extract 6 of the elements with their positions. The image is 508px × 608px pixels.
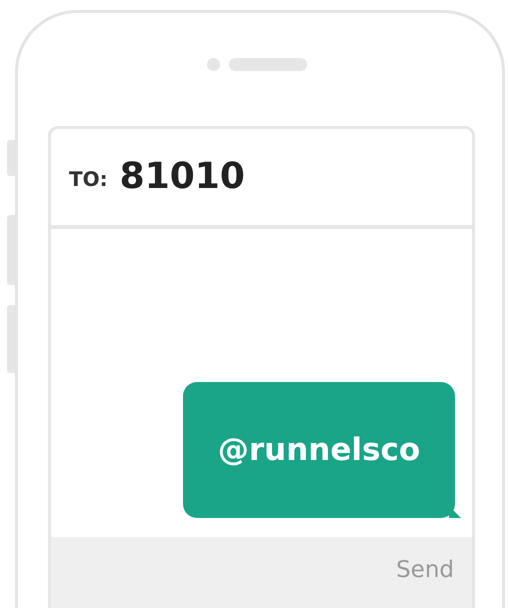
send-button[interactable]: Send	[396, 557, 454, 583]
to-label: TO:	[69, 167, 108, 191]
message-bubble: @runnelsco	[183, 382, 455, 518]
speaker-icon	[228, 58, 306, 71]
camera-icon	[206, 58, 220, 71]
recipient-number: 81010	[120, 156, 245, 196]
